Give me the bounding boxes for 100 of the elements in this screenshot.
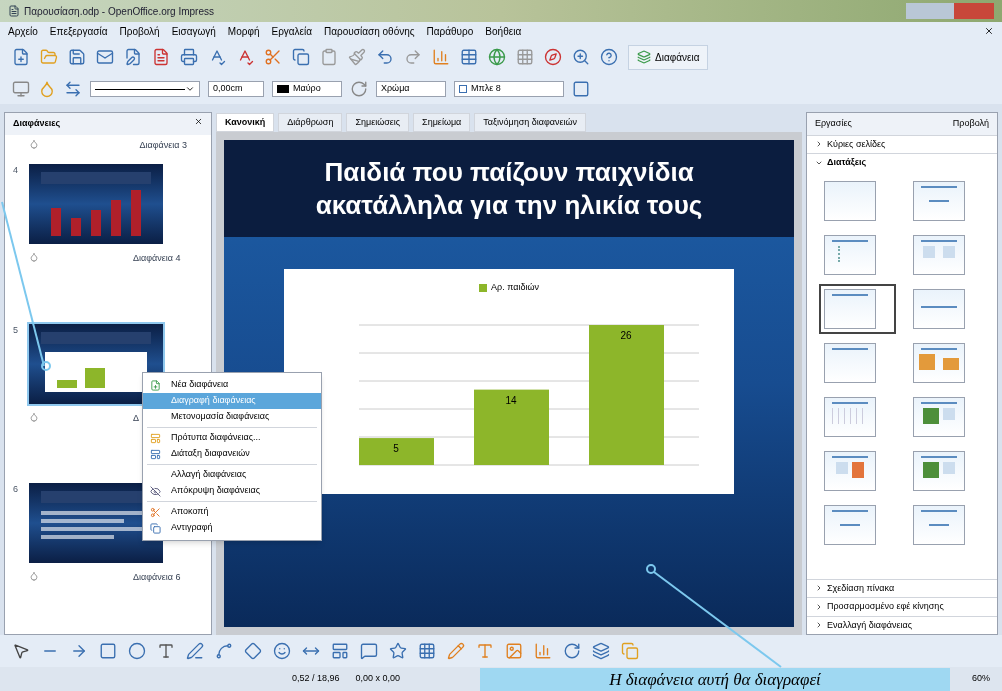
line-color-dropdown[interactable]: Μαύρο (272, 81, 342, 97)
view-tab[interactable]: Ταξινόμηση διαφανειών (474, 112, 587, 132)
menu-item[interactable]: Μορφή (227, 23, 260, 39)
menu-item[interactable]: Αρχείο (8, 23, 38, 39)
section-header[interactable]: Σχεδίαση πίνακα (827, 581, 895, 595)
slides-icon (637, 50, 651, 64)
slide-number: 5 (13, 323, 19, 337)
fill-type-dropdown[interactable]: Χρώμα (376, 81, 446, 97)
section-header[interactable]: Εναλλαγή διαφάνειας (827, 618, 913, 632)
menu-item[interactable]: Παρουσίαση οθόνης (324, 23, 415, 39)
position-readout: 0,52 / 18,96 (292, 672, 340, 686)
view-tab[interactable]: Σημείωμα (413, 112, 471, 132)
context-menu-item[interactable]: Πρότυπα διαφάνειας... (143, 430, 321, 446)
star-icon[interactable] (389, 642, 407, 660)
chevron-right-icon[interactable] (815, 602, 823, 611)
view-tab[interactable]: Σημειώσεις (346, 112, 410, 132)
mail-icon[interactable] (96, 48, 114, 66)
context-menu-item[interactable]: Αποκοπή (143, 504, 321, 520)
image-icon[interactable] (505, 642, 523, 660)
chevron-right-icon[interactable] (815, 584, 823, 593)
size-readout: 0,00 x 0,00 (355, 672, 401, 686)
slide-button[interactable]: Διαφάνεια (628, 44, 709, 70)
curve-icon[interactable] (186, 642, 204, 660)
chevron-right-icon[interactable] (815, 621, 823, 630)
chevron-right-icon[interactable] (815, 140, 823, 149)
slide-thumbnail[interactable] (29, 164, 163, 244)
arrow-icon[interactable] (70, 642, 88, 660)
compass-icon[interactable] (544, 48, 562, 66)
flowchart-icon[interactable] (331, 642, 349, 660)
slide-number: 4 (13, 164, 19, 177)
view-tab[interactable]: Κανονική (216, 112, 275, 132)
template-icon (149, 432, 161, 444)
rotate-icon[interactable] (350, 80, 368, 98)
line-style-dropdown[interactable] (90, 81, 200, 97)
edit-file-icon[interactable] (124, 48, 142, 66)
diamond-icon[interactable] (244, 642, 262, 660)
chart-icon[interactable] (534, 642, 552, 660)
grid-icon[interactable] (516, 48, 534, 66)
document-icon[interactable] (152, 48, 170, 66)
menu-item[interactable]: Παράθυρο (426, 23, 474, 39)
align-icon[interactable] (592, 642, 610, 660)
text-icon[interactable] (157, 642, 175, 660)
menu-item[interactable]: Προβολή (119, 23, 160, 39)
paste-icon[interactable] (320, 48, 338, 66)
paintbrush-icon[interactable] (348, 48, 366, 66)
cut-icon[interactable] (264, 48, 282, 66)
smiley-icon[interactable] (273, 642, 291, 660)
context-menu-item[interactable]: Απόκρυψη διαφάνειας (143, 483, 321, 499)
new-document-icon[interactable] (12, 48, 30, 66)
globe-icon[interactable] (488, 48, 506, 66)
view-menu[interactable]: Προβολή (952, 117, 989, 131)
help-icon[interactable] (600, 48, 618, 66)
document-icon (8, 5, 20, 17)
fill-color-dropdown[interactable]: Μπλε 8 (454, 81, 564, 97)
pointer-icon[interactable] (12, 642, 30, 660)
context-menu-item[interactable]: Αλλαγή διαφάνειας (143, 467, 321, 483)
save-icon[interactable] (68, 48, 86, 66)
menu-item[interactable]: Εισαγωγή (171, 23, 216, 39)
legend-swatch (479, 283, 487, 292)
zoom-icon[interactable] (572, 48, 590, 66)
context-menu-item[interactable]: Αντιγραφή (143, 520, 321, 536)
points-icon[interactable] (418, 642, 436, 660)
shadow-icon[interactable] (572, 80, 590, 98)
menu-item[interactable]: Βοήθεια (485, 23, 522, 39)
data-label: 5 (393, 442, 399, 454)
context-menu-item[interactable]: Μετονομασία διαφάνειας (143, 409, 321, 425)
line-width-field[interactable]: 0,00cm (208, 81, 264, 97)
section-header[interactable]: Προσαρμοσμένο εφέ κίνησης (827, 600, 944, 614)
undo-icon[interactable] (376, 48, 394, 66)
slide-effect-icon (29, 252, 39, 262)
copy-icon (149, 522, 161, 534)
context-menu-item[interactable]: Διάταξη διαφανειών (143, 446, 321, 462)
close-icon[interactable] (194, 117, 203, 126)
context-menu-item[interactable]: Νέα διαφάνεια (143, 377, 321, 393)
ellipse-icon[interactable] (128, 642, 146, 660)
section-header[interactable]: Κύριες σελίδες (827, 137, 886, 151)
view-tab[interactable]: Διάρθρωση (278, 112, 343, 132)
arrows-icon[interactable] (64, 80, 82, 98)
menu-item[interactable]: Επεξεργασία (49, 23, 108, 39)
slide-title: Παιδιά που παίζουν παιχνίδια ακατάλληλα για την ηλικία τους (314, 156, 704, 221)
table-icon[interactable] (460, 48, 478, 66)
slide-label: Διαφάνεια 4 (133, 252, 182, 265)
section-header[interactable]: Διατάξεις (827, 156, 867, 170)
slide-effect-icon (29, 138, 39, 149)
monitor-icon[interactable] (12, 80, 30, 98)
connector-icon[interactable] (215, 642, 233, 660)
pencil-icon[interactable] (447, 642, 465, 660)
printer-icon[interactable] (180, 48, 198, 66)
close-icon[interactable] (984, 26, 994, 36)
copy-icon[interactable] (292, 48, 310, 66)
menu-item[interactable]: Εργαλεία (271, 23, 313, 39)
caption-text: Η διαφάνεια αυτή θα διαγραφεί (609, 668, 821, 691)
redo-icon[interactable] (404, 48, 422, 66)
rotate-icon[interactable] (563, 642, 581, 660)
cut-icon (149, 506, 161, 518)
callout-icon[interactable] (360, 642, 378, 660)
rectangle-icon[interactable] (99, 642, 117, 660)
slide-thumbnail[interactable] (29, 323, 163, 404)
layout-option[interactable] (819, 283, 896, 334)
chart-icon[interactable] (432, 48, 450, 66)
